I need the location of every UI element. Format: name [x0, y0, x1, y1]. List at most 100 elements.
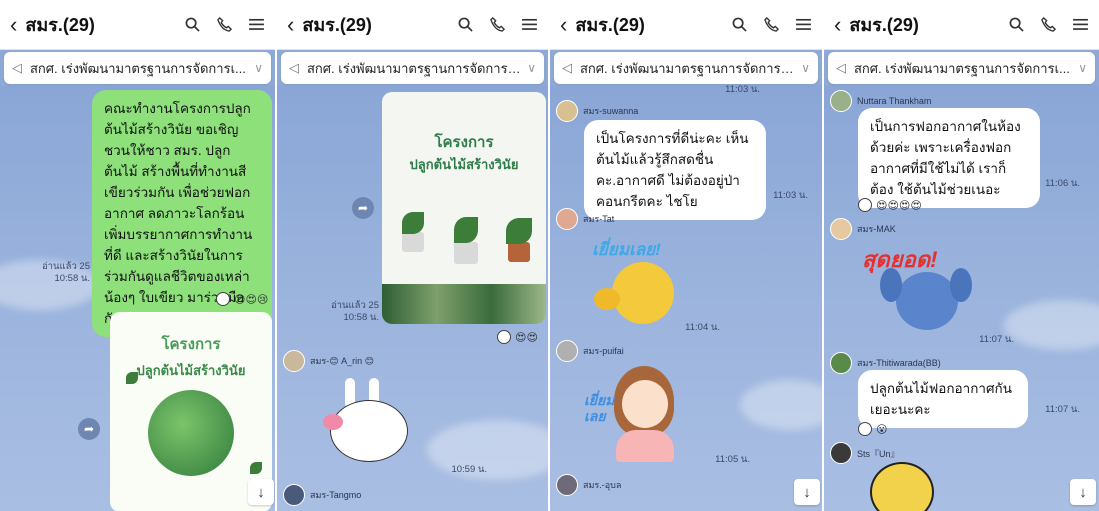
chat-header: ‹ สมร.(29): [824, 0, 1099, 50]
leaf-icon: [250, 462, 262, 474]
back-arrow-icon[interactable]: ‹: [10, 12, 17, 38]
chevron-down-icon[interactable]: ∨: [1078, 61, 1087, 75]
menu-icon[interactable]: [1071, 16, 1089, 34]
back-arrow-icon[interactable]: ‹: [834, 12, 841, 38]
reaction-emoji-icons: 😍😍😍😍: [876, 199, 922, 212]
menu-icon[interactable]: [794, 16, 812, 34]
search-icon[interactable]: [730, 16, 748, 34]
scroll-down-button[interactable]: ↓: [794, 479, 820, 505]
message-time: 11:06 น.: [1045, 178, 1080, 189]
pinned-text: สกศ. เร่งพัฒนามาตรฐานการจัดการเ...: [580, 60, 796, 76]
poster-subtitle: ปลูกต้นไม้สร้างวินัย: [409, 157, 519, 172]
menu-icon[interactable]: [247, 16, 265, 34]
phone-icon[interactable]: [1039, 16, 1057, 34]
reaction-bar[interactable]: 😮: [858, 422, 887, 436]
avatar[interactable]: [830, 442, 852, 464]
sender-name: สมร-MAK: [857, 224, 896, 234]
add-reaction-icon[interactable]: [858, 198, 872, 212]
message-time: 11:03 น.: [725, 84, 760, 95]
reaction-emoji-icons: 😍😍: [515, 331, 538, 344]
avatar[interactable]: [830, 90, 852, 112]
globe-illustration: [148, 390, 234, 476]
add-reaction-icon[interactable]: [858, 422, 872, 436]
message-bubble[interactable]: เป็นการฟอกอากาศในห้อง ด้วยค่ะ เพราะเครื่…: [858, 108, 1040, 208]
chat-panel-1: ‹ สมร.(29) ◁ สกศ. เร่งพัฒนามาตรฐานการจัด…: [0, 0, 275, 511]
scroll-down-button[interactable]: ↓: [1070, 479, 1096, 505]
add-reaction-icon[interactable]: [216, 292, 230, 306]
pinned-announcement[interactable]: ◁ สกศ. เร่งพัฒนามาตรฐานการจัดการเ... ∨: [4, 52, 271, 84]
search-icon[interactable]: [183, 16, 201, 34]
chevron-down-icon[interactable]: ∨: [801, 61, 810, 75]
phone-icon[interactable]: [762, 16, 780, 34]
plant-pot-image: [402, 232, 424, 252]
share-icon[interactable]: ➦: [78, 418, 100, 440]
reaction-emoji-icons: 😮: [876, 423, 888, 436]
reaction-bar[interactable]: 😍😍: [497, 330, 538, 344]
plant-photo-strip: [382, 284, 546, 324]
plant-pot-image: [508, 242, 530, 262]
sender-name: สมร-Tat: [583, 214, 615, 224]
message-time: 10:59 น.: [451, 464, 487, 475]
reaction-bar[interactable]: 😍😍😢: [216, 292, 268, 306]
menu-icon[interactable]: [520, 16, 538, 34]
leaf-icon: [126, 372, 138, 384]
girl-sticker[interactable]: เยี่ยม เลย: [584, 362, 694, 462]
leaf-icon: [402, 212, 424, 234]
sender: Sts『Un』: [830, 442, 900, 464]
avatar[interactable]: [556, 208, 578, 230]
sender-name: สมร.-อุบล: [583, 480, 622, 490]
chevron-down-icon[interactable]: ∨: [527, 61, 536, 75]
pinned-announcement[interactable]: ◁ สกศ. เร่งพัฒนามาตรฐานการจัดการเ... ∨: [554, 52, 818, 84]
avatar[interactable]: [283, 350, 305, 372]
search-icon[interactable]: [456, 16, 474, 34]
reaction-emoji-icons: 😍😍😢: [234, 293, 269, 306]
chat-title: สมร.(29): [25, 15, 95, 35]
message-text: เป็นโครงการที่ดีน่ะคะ เห็นต้นไม้แล้วรู้ส…: [596, 131, 749, 209]
chat-title: สมร.(29): [575, 15, 645, 35]
avatar[interactable]: [830, 352, 852, 374]
megaphone-icon: ◁: [289, 60, 299, 75]
leaf-icon: [454, 217, 478, 243]
message-bubble[interactable]: เป็นโครงการที่ดีน่ะคะ เห็นต้นไม้แล้วรู้ส…: [584, 120, 766, 220]
search-icon[interactable]: [1007, 16, 1025, 34]
avatar[interactable]: [830, 218, 852, 240]
bunny-sticker[interactable]: [323, 378, 413, 466]
sender: สมร-Tangmo: [283, 484, 361, 506]
sender-name: สมร-puifai: [583, 346, 624, 356]
back-arrow-icon[interactable]: ‹: [560, 12, 567, 38]
sender: สมร.-อุบล: [556, 474, 621, 496]
message-bubble[interactable]: ปลูกต้นไม้ฟอกอากาศกัน เยอะนะคะ: [858, 370, 1028, 428]
stitch-sticker[interactable]: สุดยอด!: [860, 238, 972, 338]
sender-name: สมร-suwanna: [583, 106, 639, 116]
chick-sticker[interactable]: เยี่ยมเลย!: [586, 232, 686, 328]
phone-icon[interactable]: [488, 16, 506, 34]
back-arrow-icon[interactable]: ‹: [287, 12, 294, 38]
pinned-text: สกศ. เร่งพัฒนามาตรฐานการจัดการเ...: [307, 60, 522, 76]
message-time: 11:07 น.: [979, 334, 1014, 345]
sender-name: Sts『Un』: [857, 448, 900, 459]
pinned-text: สกศ. เร่งพัฒนามาตรฐานการจัดการเ...: [30, 60, 246, 76]
pinned-announcement[interactable]: ◁ สกศ. เร่งพัฒนามาตรฐานการจัดการเ... ∨: [828, 52, 1095, 84]
chevron-down-icon[interactable]: ∨: [254, 61, 263, 75]
phone-icon[interactable]: [215, 16, 233, 34]
megaphone-icon: ◁: [562, 60, 572, 75]
poster-image[interactable]: โครงการ ปลูกต้นไม้สร้างวินัย: [382, 92, 546, 324]
add-reaction-icon[interactable]: [497, 330, 511, 344]
pinned-announcement[interactable]: ◁ สกศ. เร่งพัฒนามาตรฐานการจัดการเ... ∨: [281, 52, 544, 84]
share-icon[interactable]: ➦: [352, 197, 374, 219]
message-time: 11:04 น.: [685, 322, 720, 333]
avatar[interactable]: [556, 340, 578, 362]
read-status: อ่านแล้ว 25 10:58 น.: [330, 300, 379, 323]
avatar[interactable]: [556, 474, 578, 496]
avatar[interactable]: [283, 484, 305, 506]
sender: สมร-Tat: [556, 208, 614, 230]
sender-name: สมร-😊 A_rin 😊: [310, 356, 375, 366]
reaction-bar[interactable]: 😍😍😍😍: [858, 198, 922, 212]
sender-name: สมร-Tangmo: [310, 490, 362, 500]
sticker-caption: เยี่ยมเลย!: [592, 240, 661, 259]
plant-pot-image: [454, 242, 478, 264]
chat-title: สมร.(29): [849, 15, 919, 35]
scroll-down-button[interactable]: ↓: [248, 479, 274, 505]
message-text: ปลูกต้นไม้ฟอกอากาศกัน เยอะนะคะ: [870, 381, 1012, 417]
avatar[interactable]: [556, 100, 578, 122]
